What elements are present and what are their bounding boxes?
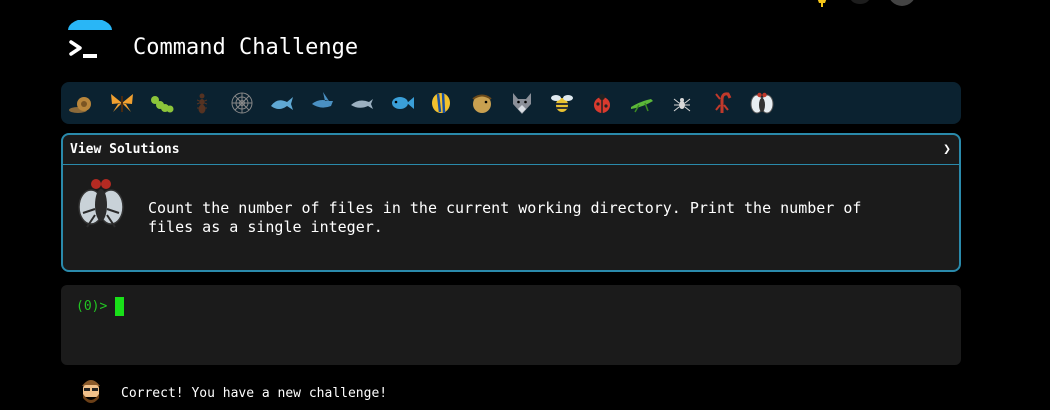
top-right-controls xyxy=(770,0,950,10)
view-solutions-label: View Solutions xyxy=(70,142,180,157)
dolphin-icon[interactable] xyxy=(347,88,377,118)
view-solutions-toggle[interactable]: View Solutions ❯ xyxy=(63,135,959,165)
spider-web-icon[interactable] xyxy=(227,88,257,118)
chevron-right-icon: ❯ xyxy=(943,142,951,157)
whale-icon[interactable] xyxy=(267,88,297,118)
feedback-message: Correct! You have a new challenge! xyxy=(78,374,678,406)
text-cursor xyxy=(115,297,125,316)
scorpion-icon[interactable] xyxy=(707,88,737,118)
challenge-description: Count the number of files in the current… xyxy=(148,199,862,236)
toggle-icon[interactable] xyxy=(850,0,870,4)
bearded-man-avatar-icon xyxy=(78,376,104,406)
cricket-icon[interactable] xyxy=(627,88,657,118)
bee-icon[interactable] xyxy=(547,88,577,118)
prompt-text: (0)> xyxy=(76,299,108,314)
ladybug-icon[interactable] xyxy=(587,88,617,118)
header: Command Challenge xyxy=(68,18,468,70)
terminal-logo-icon[interactable] xyxy=(68,18,112,64)
avatar-icon[interactable] xyxy=(888,0,916,6)
tropical-fish-icon[interactable] xyxy=(427,88,457,118)
fly-icon xyxy=(73,175,129,231)
lightbulb-icon[interactable] xyxy=(812,0,832,8)
fly-icon[interactable] xyxy=(747,88,777,118)
page-title: Command Challenge xyxy=(133,35,359,60)
fish-icon[interactable] xyxy=(387,88,417,118)
ant-icon[interactable] xyxy=(187,88,217,118)
butterfly-icon[interactable] xyxy=(107,88,137,118)
snail-icon[interactable] xyxy=(67,88,97,118)
caterpillar-icon[interactable] xyxy=(147,88,177,118)
shark-icon[interactable] xyxy=(307,88,337,118)
challenge-panel: View Solutions ❯ Count the number of fil… xyxy=(61,133,961,272)
prompt: (0)> xyxy=(76,297,125,316)
wolf-icon[interactable] xyxy=(507,88,537,118)
terminal-input[interactable]: (0)> xyxy=(61,285,961,365)
feedback-text: Correct! You have a new challenge! xyxy=(121,386,388,401)
spider-icon[interactable] xyxy=(667,88,697,118)
challenge-icon-bar xyxy=(61,82,961,124)
pufferfish-icon[interactable] xyxy=(467,88,497,118)
